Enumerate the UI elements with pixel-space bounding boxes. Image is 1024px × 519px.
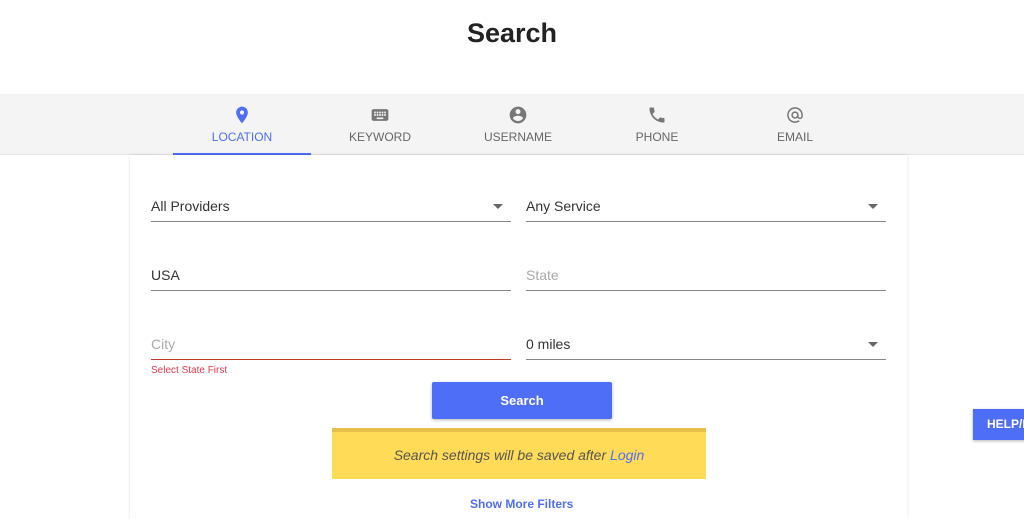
city-input[interactable]: City <box>151 332 511 360</box>
login-notice: Search settings will be saved after Logi… <box>332 428 706 479</box>
dropdown-arrow-icon <box>493 204 503 209</box>
tab-keyword[interactable]: KEYWORD <box>311 94 449 155</box>
dropdown-arrow-icon <box>868 204 878 209</box>
help-button[interactable]: HELP/I <box>973 409 1024 440</box>
provider-select[interactable]: All Providers <box>151 194 511 222</box>
tab-label: LOCATION <box>211 130 273 144</box>
keyboard-icon <box>371 109 389 121</box>
state-input[interactable]: State <box>526 263 886 291</box>
country-input[interactable]: USA <box>151 263 511 291</box>
radius-select[interactable]: 0 miles <box>526 332 886 360</box>
tab-label: EMAIL <box>776 130 813 144</box>
notice-text: Search settings will be saved after <box>393 447 611 463</box>
tab-label: PHONE <box>635 130 679 144</box>
map-pin-icon <box>236 106 248 124</box>
account-circle-icon <box>509 106 527 124</box>
city-error: Select State First <box>151 365 228 376</box>
at-icon <box>787 107 803 123</box>
page-title: Search <box>466 18 558 48</box>
service-select[interactable]: Any Service <box>526 194 886 222</box>
radius-value: 0 miles <box>526 336 571 352</box>
search-button[interactable]: Search <box>432 382 612 419</box>
show-more-filters-link[interactable]: Show More Filters <box>470 497 573 511</box>
state-placeholder: State <box>526 267 559 283</box>
country-value: USA <box>151 267 180 283</box>
service-value: Any Service <box>526 198 601 214</box>
tab-label: USERNAME <box>483 130 552 144</box>
tab-location[interactable]: LOCATION <box>173 94 311 155</box>
provider-value: All Providers <box>151 198 230 214</box>
tab-label: KEYWORD <box>348 130 411 144</box>
city-placeholder: City <box>151 336 176 352</box>
tab-email[interactable]: EMAIL <box>726 94 864 155</box>
phone-icon <box>649 107 665 123</box>
tab-phone[interactable]: PHONE <box>588 94 726 155</box>
tab-username[interactable]: USERNAME <box>449 94 587 155</box>
search-tabs: LOCATION KEYWORD USERNAME PHONE EMAIL <box>0 94 1024 155</box>
login-link[interactable]: Login <box>610 447 644 463</box>
dropdown-arrow-icon <box>868 342 878 347</box>
